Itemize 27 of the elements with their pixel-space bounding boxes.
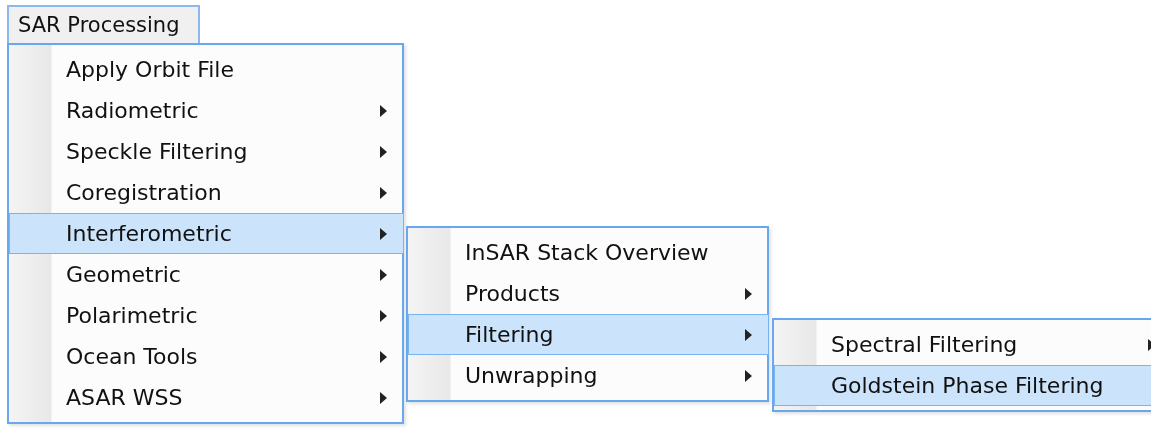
submenu-arrow-icon [380,268,387,281]
menu-title[interactable]: SAR Processing [7,5,200,43]
menu-item[interactable]: Radiometric [9,90,404,131]
submenu-arrow-icon [745,287,752,300]
menu-item[interactable]: Products [408,273,769,314]
submenu-arrow-icon [380,309,387,322]
menu-item[interactable]: Geometric [9,254,404,295]
menu-item[interactable]: Polarimetric [9,295,404,336]
menu-item[interactable]: Apply Orbit File [9,49,404,90]
menu-item[interactable]: Spectral Filtering [774,324,1151,365]
submenu-arrow-icon [745,369,752,382]
submenu-arrow-icon [380,227,387,240]
menu-item[interactable]: Unwrapping [408,355,769,396]
menu-item[interactable]: Interferometric [9,213,404,254]
menu-item[interactable]: Coregistration [9,172,404,213]
submenu-arrow-icon [745,328,752,341]
menu-item[interactable]: Filtering [408,314,769,355]
submenu-arrow-icon [380,391,387,404]
menu-item[interactable]: InSAR Stack Overview [408,232,769,273]
submenu-arrow-icon [380,350,387,363]
menu-item[interactable]: ASAR WSS [9,377,404,418]
menu-item[interactable]: Goldstein Phase Filtering [774,365,1151,406]
submenu-arrow-icon [380,104,387,117]
submenu-arrow-icon [380,186,387,199]
submenu-arrow-icon [380,145,387,158]
menu-item[interactable]: Speckle Filtering [9,131,404,172]
menu-item[interactable]: Ocean Tools [9,336,404,377]
